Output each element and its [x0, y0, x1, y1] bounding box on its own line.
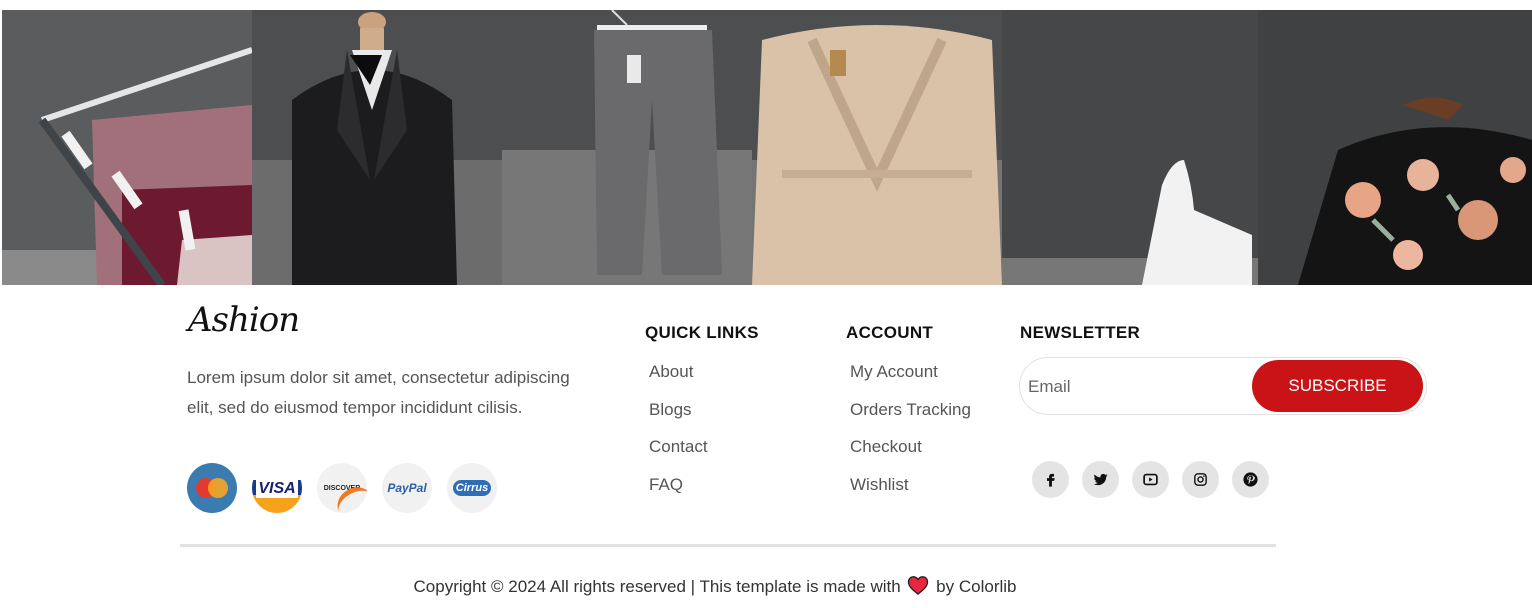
quick-link-blogs[interactable]: Blogs — [649, 400, 708, 438]
account-link-orders-tracking[interactable]: Orders Tracking — [850, 400, 971, 438]
photo-satin-robe[interactable] — [752, 10, 1002, 285]
mastercard-icon[interactable] — [187, 463, 237, 513]
email-input[interactable] — [1026, 372, 1250, 402]
logo[interactable]: Ashion — [188, 300, 300, 340]
account-link-checkout[interactable]: Checkout — [850, 437, 971, 475]
quick-links-list: About Blogs Contact FAQ — [649, 362, 708, 512]
quick-link-contact[interactable]: Contact — [649, 437, 708, 475]
social-links — [1032, 461, 1269, 498]
paypal-icon[interactable]: PayPal — [382, 463, 432, 513]
copyright: Copyright © 2024 All rights reserved | T… — [0, 575, 1430, 600]
quick-links-title: QUICK LINKS — [645, 323, 759, 342]
quick-link-faq[interactable]: FAQ — [649, 475, 708, 513]
colorlib-link[interactable]: by Colorlib — [936, 577, 1016, 596]
footer-divider — [180, 544, 1276, 547]
instagram-icon[interactable] — [1182, 461, 1219, 498]
account-links-list: My Account Orders Tracking Checkout Wish… — [850, 362, 971, 512]
pinterest-icon[interactable] — [1232, 461, 1269, 498]
account-link-my-account[interactable]: My Account — [850, 362, 971, 400]
photo-jeans[interactable] — [502, 10, 752, 285]
subscribe-button[interactable]: SUBSCRIBE — [1252, 360, 1423, 412]
quick-link-about[interactable]: About — [649, 362, 708, 400]
discover-icon[interactable]: DISCOVER — [317, 463, 367, 513]
cirrus-icon[interactable]: Cirrus — [447, 463, 497, 513]
photo-drying-rack[interactable] — [2, 10, 252, 285]
account-title: ACCOUNT — [846, 323, 934, 342]
payment-methods: VISA DISCOVER PayPal Cirrus — [187, 463, 497, 513]
photo-bottle[interactable] — [1002, 10, 1258, 285]
visa-icon[interactable]: VISA — [252, 463, 302, 513]
facebook-icon[interactable] — [1032, 461, 1069, 498]
account-link-wishlist[interactable]: Wishlist — [850, 475, 971, 513]
newsletter-title: NEWSLETTER — [1020, 323, 1141, 342]
footer-about-text: Lorem ipsum dolor sit amet, consectetur … — [187, 368, 570, 417]
youtube-icon[interactable] — [1132, 461, 1169, 498]
photo-tuxedo[interactable] — [252, 10, 502, 285]
newsletter-form: SUBSCRIBE — [1019, 357, 1427, 415]
copyright-text: Copyright © 2024 All rights reserved | T… — [413, 577, 901, 596]
heart-icon — [907, 575, 929, 600]
photo-floral-kimono[interactable] — [1258, 10, 1532, 285]
twitter-icon[interactable] — [1082, 461, 1119, 498]
instagram-strip — [2, 10, 1532, 285]
